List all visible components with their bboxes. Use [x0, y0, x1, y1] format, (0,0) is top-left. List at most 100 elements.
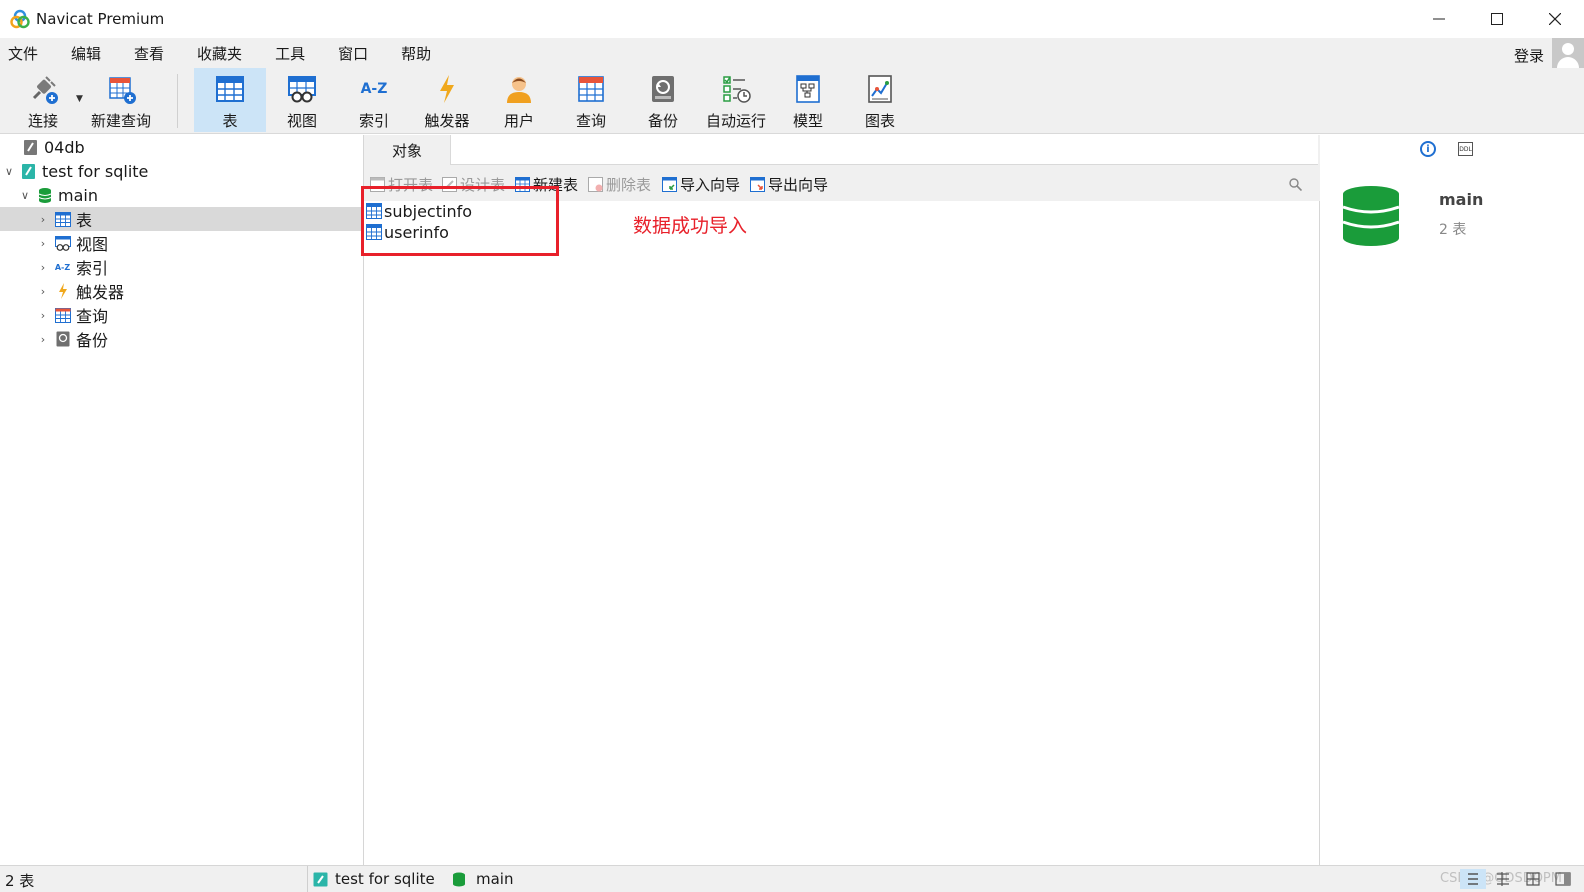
tree-item-04db[interactable]: 04db: [0, 135, 362, 159]
delete-table-icon: [588, 176, 603, 192]
annotation-highlight-box: [361, 186, 559, 256]
index-tool-button[interactable]: A-Z 索引: [342, 68, 406, 132]
annotation-text: 数据成功导入: [633, 215, 748, 237]
tree-item-indexes[interactable]: › A-Z 索引: [0, 255, 362, 279]
tree-item-queries[interactable]: › 查询: [0, 303, 362, 327]
close-button[interactable]: [1526, 0, 1584, 38]
new-query-icon: [104, 72, 138, 106]
maximize-button[interactable]: [1468, 0, 1526, 38]
er-view-button[interactable]: [1520, 869, 1546, 889]
import-wizard-button[interactable]: 导入向导: [662, 174, 740, 194]
login-link[interactable]: 登录: [1514, 45, 1544, 66]
tree-label: 触发器: [76, 283, 125, 302]
view-tool-button[interactable]: 视图: [270, 68, 334, 132]
detail-panel: i DDL main 2 表: [1321, 135, 1584, 865]
tree-item-backups[interactable]: › 备份: [0, 327, 362, 351]
chevron-down-icon[interactable]: ∨: [2, 165, 16, 178]
detail-title: main: [1439, 190, 1484, 209]
tree-label: 表: [76, 211, 93, 230]
status-bar: 2 表 test for sqlite main CSDN @ODSDOPM: [0, 865, 1584, 892]
tree-item-tables[interactable]: › 表: [0, 207, 362, 231]
menu-window[interactable]: 窗口: [330, 43, 382, 64]
menu-help[interactable]: 帮助: [393, 43, 445, 64]
tree-label: 视图: [76, 235, 109, 254]
backup-tool-label: 备份: [647, 112, 678, 130]
database-icon: [453, 872, 465, 886]
model-tool-button[interactable]: 模型: [778, 68, 838, 132]
sqlite-file-icon: [22, 139, 39, 156]
lightning-icon: [54, 283, 71, 300]
automation-icon: [719, 72, 753, 106]
lightning-icon: [430, 72, 464, 106]
trigger-tool-label: 触发器: [424, 112, 470, 130]
automation-tool-button[interactable]: 自动运行: [704, 68, 768, 132]
menu-file[interactable]: 文件: [0, 43, 52, 64]
chart-tool-label: 图表: [864, 112, 895, 130]
trigger-tool-button[interactable]: 触发器: [414, 68, 480, 132]
delete-table-button[interactable]: 删除表: [588, 174, 651, 194]
backup-icon: [646, 72, 680, 106]
user-tool-button[interactable]: 用户: [488, 68, 550, 132]
toolbar-separator: [177, 74, 178, 128]
backup-tool-button[interactable]: 备份: [632, 68, 694, 132]
query-icon: [54, 307, 71, 324]
connect-button[interactable]: 连接: [14, 68, 72, 132]
chevron-right-icon[interactable]: ›: [36, 237, 50, 250]
menu-favorites[interactable]: 收藏夹: [189, 43, 256, 64]
table-icon: [213, 72, 247, 106]
chart-icon: [863, 72, 897, 106]
main-toolbar: 连接 ▼ 新建查询 表 视图 A-Z 索引 触发器 用户 查询 备份 自动运行 …: [0, 68, 1584, 134]
import-icon: [662, 176, 677, 192]
chevron-down-icon[interactable]: ∨: [18, 189, 32, 202]
list-view-button[interactable]: [1460, 869, 1486, 889]
chevron-right-icon[interactable]: ›: [36, 285, 50, 298]
list-view-icon: [1468, 873, 1478, 885]
new-query-label: 新建查询: [90, 112, 151, 130]
panel-icon: [1555, 872, 1571, 886]
tree-label: 索引: [76, 259, 109, 278]
database-icon: [1342, 186, 1400, 246]
tree-label: 查询: [76, 307, 109, 326]
export-wizard-button[interactable]: 导出向导: [750, 174, 828, 194]
grid-view-icon: [1526, 872, 1540, 886]
tab-objects[interactable]: 对象: [364, 135, 450, 165]
tree-item-triggers[interactable]: › 触发器: [0, 279, 362, 303]
minimize-icon: [1433, 18, 1445, 20]
menu-tools[interactable]: 工具: [267, 43, 319, 64]
table-icon: [54, 211, 71, 228]
status-database: main: [452, 870, 513, 888]
tree-item-test-for-sqlite[interactable]: ∨ test for sqlite: [0, 159, 362, 183]
chevron-right-icon[interactable]: ›: [36, 261, 50, 274]
status-object-count: 2 表: [5, 872, 35, 890]
ddl-icon[interactable]: DDL: [1458, 142, 1473, 156]
table-tool-button[interactable]: 表: [194, 68, 266, 132]
new-query-button[interactable]: 新建查询: [88, 68, 154, 132]
menu-view[interactable]: 查看: [126, 43, 178, 64]
detail-view-button[interactable]: [1490, 869, 1516, 889]
avatar[interactable]: [1552, 38, 1584, 70]
tree-item-main[interactable]: ∨ main: [0, 183, 362, 207]
minimize-button[interactable]: [1410, 0, 1468, 38]
view-icon: [54, 235, 71, 252]
tree-label: 备份: [76, 331, 109, 350]
menu-edit[interactable]: 编辑: [63, 43, 115, 64]
query-tool-label: 查询: [575, 112, 606, 130]
close-icon: [1549, 13, 1561, 25]
tree-item-views[interactable]: › 视图: [0, 231, 362, 255]
panel-toggle-button[interactable]: [1550, 869, 1576, 889]
search-icon[interactable]: [1289, 177, 1303, 192]
chevron-right-icon[interactable]: ›: [36, 333, 50, 346]
chevron-right-icon[interactable]: ›: [36, 213, 50, 226]
view-mode-switcher: [1456, 869, 1576, 889]
maximize-icon: [1491, 13, 1503, 25]
info-icon[interactable]: i: [1420, 141, 1436, 157]
chart-tool-button[interactable]: 图表: [850, 68, 910, 132]
query-tool-button[interactable]: 查询: [560, 68, 622, 132]
connect-dropdown-icon[interactable]: ▼: [76, 94, 83, 104]
view-tool-label: 视图: [286, 112, 317, 130]
query-icon: [574, 72, 608, 106]
chevron-right-icon[interactable]: ›: [36, 309, 50, 322]
navicat-logo-icon: [10, 9, 30, 29]
status-connection: test for sqlite: [313, 870, 435, 888]
plug-icon: [26, 72, 60, 106]
